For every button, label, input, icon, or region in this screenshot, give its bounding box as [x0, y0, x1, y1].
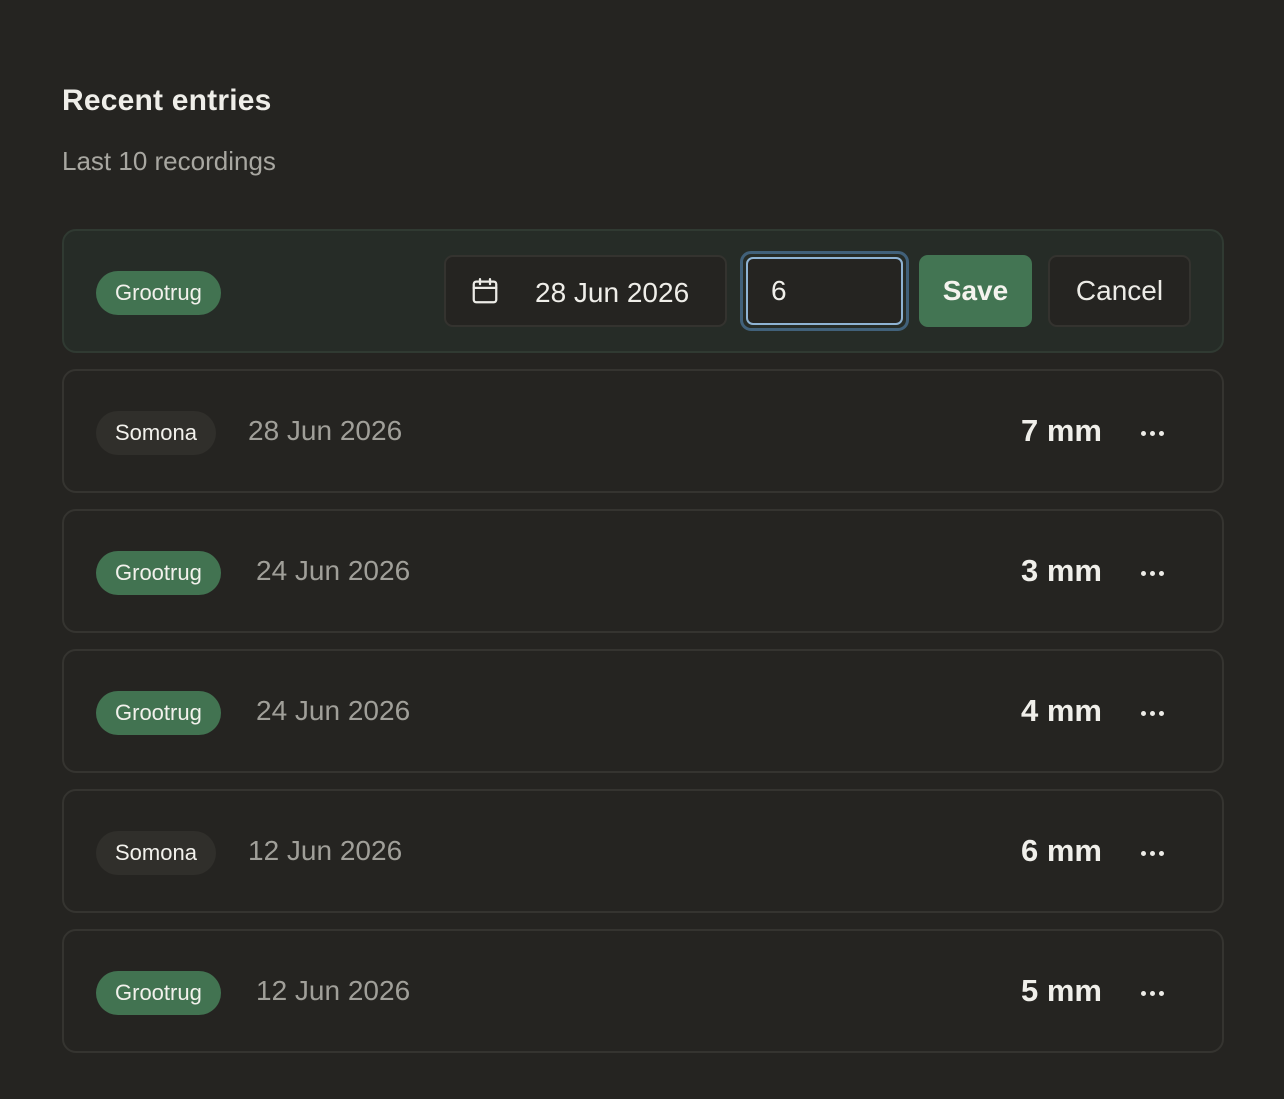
save-button[interactable]: Save: [919, 255, 1032, 327]
entry-value: 6 mm: [1021, 833, 1102, 868]
entries-list: Grootrug 28 Jun 2026 Save Cancel Somona …: [62, 229, 1224, 1069]
entry-date: 24 Jun 2026: [256, 695, 411, 726]
value-input[interactable]: [746, 257, 903, 325]
date-picker-value: 28 Jun 2026: [535, 277, 690, 308]
entry-value: 3 mm: [1021, 553, 1102, 588]
entry-row-editing: Grootrug 28 Jun 2026 Save Cancel: [62, 229, 1224, 353]
more-options-icon[interactable]: [1132, 553, 1172, 593]
page-title: Recent entries: [62, 84, 272, 117]
entry-date: 24 Jun 2026: [256, 555, 411, 586]
entry-row: Grootrug 24 Jun 2026 4 mm: [62, 649, 1224, 773]
more-options-icon[interactable]: [1132, 973, 1172, 1013]
entry-row: Grootrug 24 Jun 2026 3 mm: [62, 509, 1224, 633]
calendar-icon: [472, 278, 498, 304]
tag-badge: Somona: [96, 831, 216, 875]
entry-row: Somona 12 Jun 2026 6 mm: [62, 789, 1224, 913]
date-picker[interactable]: 28 Jun 2026: [444, 255, 727, 327]
entry-value: 5 mm: [1021, 973, 1102, 1008]
tag-badge: Grootrug: [96, 971, 221, 1015]
value-input-focus-ring: [740, 251, 909, 331]
tag-badge: Somona: [96, 411, 216, 455]
entry-value: 7 mm: [1021, 413, 1102, 448]
entry-row: Somona 28 Jun 2026 7 mm: [62, 369, 1224, 493]
entry-date: 28 Jun 2026: [248, 415, 403, 446]
cancel-button[interactable]: Cancel: [1048, 255, 1191, 327]
tag-badge: Grootrug: [96, 271, 221, 315]
tag-badge: Grootrug: [96, 551, 221, 595]
entry-date: 12 Jun 2026: [248, 835, 403, 866]
page-subtitle: Last 10 recordings: [62, 146, 276, 176]
tag-badge: Grootrug: [96, 691, 221, 735]
more-options-icon[interactable]: [1132, 413, 1172, 453]
entry-date: 12 Jun 2026: [256, 975, 411, 1006]
entry-row: Grootrug 12 Jun 2026 5 mm: [62, 929, 1224, 1053]
more-options-icon[interactable]: [1132, 693, 1172, 733]
entry-value: 4 mm: [1021, 693, 1102, 728]
more-options-icon[interactable]: [1132, 833, 1172, 873]
